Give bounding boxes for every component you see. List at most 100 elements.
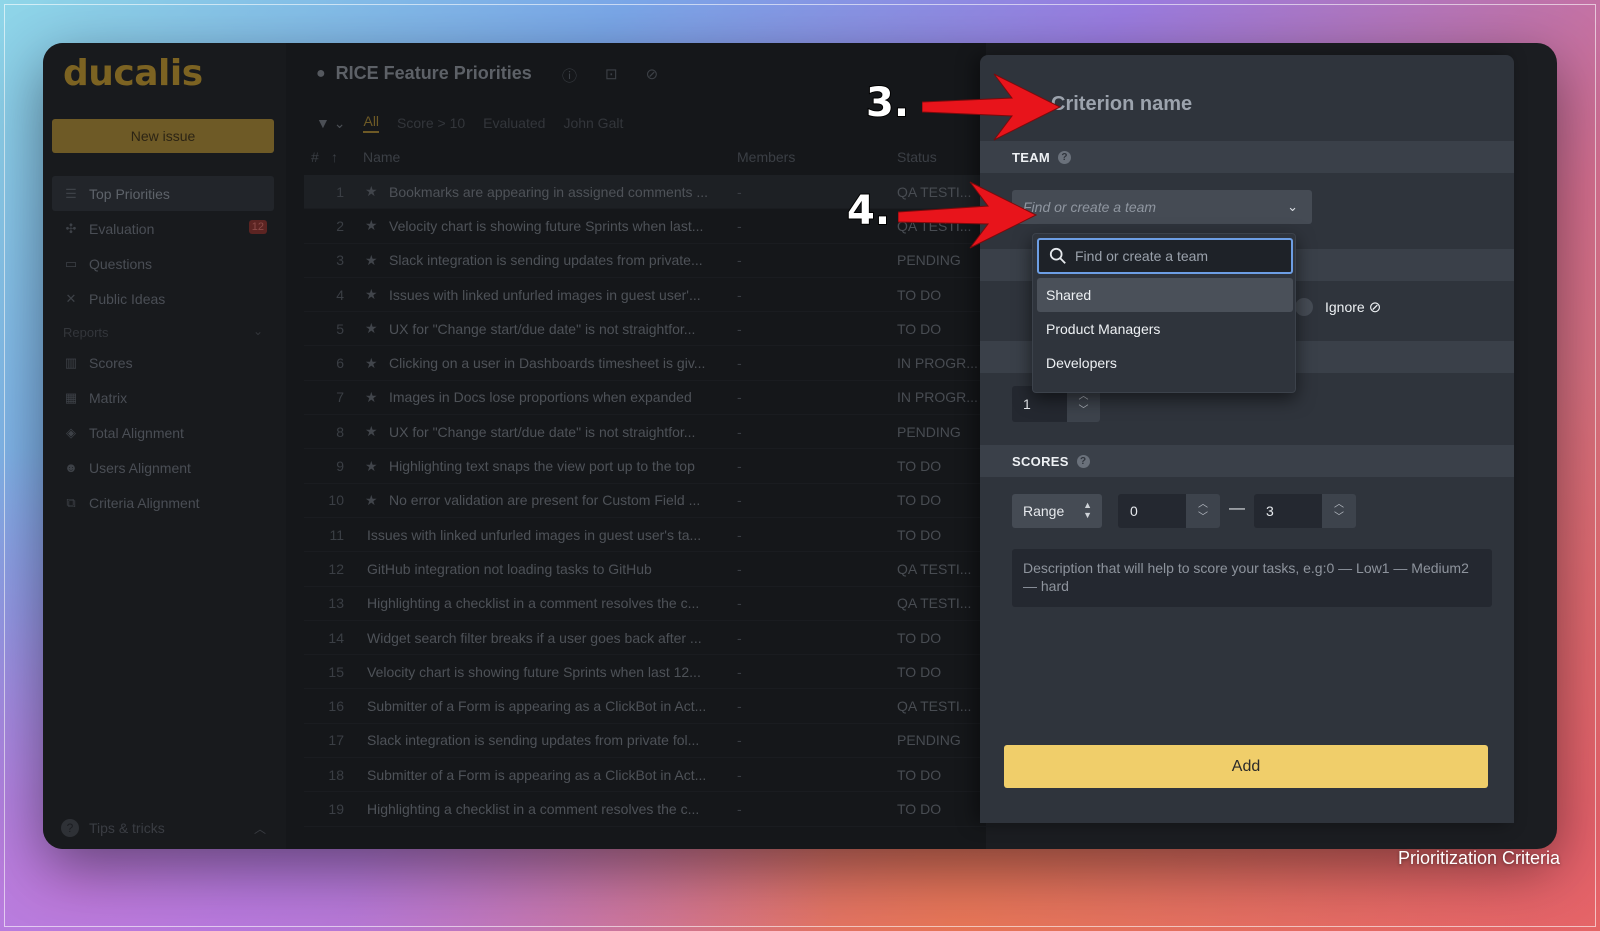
- table-row[interactable]: 17 Slack integration is sending updates f…: [304, 724, 994, 759]
- sidebar-item-questions[interactable]: ▭ Questions: [52, 246, 274, 281]
- table-row[interactable]: 10 ★ No error validation are present for C…: [304, 484, 994, 518]
- star-icon[interactable]: ★: [365, 389, 378, 406]
- table-row[interactable]: 2 ★ Velocity chart is showing future Sprin…: [304, 209, 994, 244]
- sort-icon[interactable]: ↑: [331, 149, 338, 165]
- range-min-value[interactable]: 0: [1118, 494, 1186, 528]
- table-row[interactable]: 13 Highlighting a checklist in a comment …: [304, 587, 994, 621]
- row-name[interactable]: Highlighting a checklist in a comment re…: [367, 801, 699, 817]
- table-row[interactable]: 8 ★ UX for "Change start/due date" is not …: [304, 415, 994, 450]
- col-members[interactable]: Members: [737, 149, 795, 165]
- table-row[interactable]: 14 Widget search filter breaks if a user …: [304, 621, 994, 656]
- add-button[interactable]: Add: [1004, 745, 1488, 788]
- range-max-value[interactable]: 3: [1254, 494, 1322, 528]
- team-option-developers[interactable]: Developers: [1037, 346, 1293, 380]
- table-row[interactable]: 3 ★ Slack integration is sending updates f…: [304, 244, 994, 278]
- row-name[interactable]: Highlighting text snaps the view port up…: [389, 458, 695, 474]
- table-row[interactable]: 12 GitHub integration not loading tasks t…: [304, 552, 994, 587]
- star-icon[interactable]: ★: [365, 458, 378, 475]
- filter-tab-user[interactable]: John Galt: [563, 115, 623, 131]
- row-name[interactable]: Submitter of a Form is appearing as a Cl…: [367, 698, 706, 714]
- star-icon[interactable]: ★: [365, 252, 378, 269]
- table-row[interactable]: 19 Highlighting a checklist in a comment …: [304, 792, 994, 827]
- row-members: -: [737, 492, 742, 509]
- chevron-down-icon[interactable]: ⌄: [253, 324, 263, 338]
- row-name[interactable]: Highlighting a checklist in a comment re…: [367, 595, 699, 611]
- row-name[interactable]: Clicking on a user in Dashboards timeshe…: [389, 355, 705, 371]
- sidebar-item-matrix[interactable]: ▦ Matrix: [52, 380, 274, 415]
- row-name[interactable]: Submitter of a Form is appearing as a Cl…: [367, 767, 706, 783]
- row-name[interactable]: Slack integration is sending updates fro…: [389, 252, 703, 268]
- row-members: -: [737, 320, 742, 337]
- range-type-select[interactable]: Range ▲ ▼: [1012, 494, 1102, 528]
- sidebar-item-users-alignment[interactable]: ☻ Users Alignment: [52, 450, 274, 485]
- table-row[interactable]: 15 Velocity chart is showing future Sprin…: [304, 655, 994, 690]
- sidebar-item-public-ideas[interactable]: ✕ Public Ideas: [52, 281, 274, 316]
- chevron-up-icon[interactable]: ︿: [1334, 498, 1344, 511]
- sidebar-item-evaluation[interactable]: ✣ Evaluation 12: [52, 211, 274, 246]
- row-name[interactable]: UX for "Change start/due date" is not st…: [389, 321, 695, 337]
- table-row[interactable]: 4 ★ Issues with linked unfurled images in …: [304, 278, 994, 313]
- row-name[interactable]: Velocity chart is showing future Sprints…: [389, 218, 703, 234]
- table-row[interactable]: 1 ★ Bookmarks are appearing in assigned co…: [304, 175, 994, 210]
- row-name[interactable]: No error validation are present for Cust…: [389, 492, 700, 508]
- row-name[interactable]: Images in Docs lose proportions when exp…: [389, 389, 692, 405]
- filter-icon[interactable]: ▼ ⌄: [316, 115, 345, 132]
- description-textarea[interactable]: Description that will help to score your…: [1012, 549, 1492, 607]
- criterion-name-input[interactable]: Criterion name: [1051, 93, 1192, 116]
- table-row[interactable]: 18 Submitter of a Form is appearing as a …: [304, 758, 994, 793]
- ban-icon: ⊘: [1368, 299, 1382, 316]
- star-icon[interactable]: ★: [365, 286, 378, 303]
- ignore-option[interactable]: Ignore ⊘: [1295, 298, 1381, 316]
- range-min-stepper[interactable]: 0 ︿ ﹀: [1118, 494, 1220, 528]
- chevron-down-icon[interactable]: ﹀: [1334, 511, 1344, 524]
- row-name[interactable]: Slack integration is sending updates fro…: [367, 732, 699, 748]
- sidebar-item-total-alignment[interactable]: ◈ Total Alignment: [52, 415, 274, 450]
- table-row[interactable]: 5 ★ UX for "Change start/due date" is not …: [304, 312, 994, 347]
- lock-icon[interactable]: ⊡: [605, 65, 618, 86]
- sidebar-item-criteria-alignment[interactable]: ⧉ Criteria Alignment: [52, 485, 274, 520]
- tips-and-tricks[interactable]: ? Tips & tricks ︿: [61, 819, 266, 837]
- table-row[interactable]: 11 Issues with linked unfurled images in …: [304, 518, 994, 553]
- filter-tab-evaluated[interactable]: Evaluated: [483, 115, 545, 131]
- row-name[interactable]: Velocity chart is showing future Sprints…: [367, 664, 701, 680]
- help-icon[interactable]: ?: [1058, 150, 1072, 164]
- stepper-arrows[interactable]: ︿ ﹀: [1186, 494, 1220, 528]
- star-icon[interactable]: ★: [365, 183, 378, 200]
- sidebar-item-scores[interactable]: ▥ Scores: [52, 345, 274, 380]
- star-icon[interactable]: ★: [365, 320, 378, 337]
- star-icon[interactable]: ★: [365, 423, 378, 440]
- filter-tab-score[interactable]: Score > 10: [397, 115, 465, 131]
- filter-tab-all[interactable]: All: [363, 113, 380, 133]
- range-max-stepper[interactable]: 3 ︿ ﹀: [1254, 494, 1356, 528]
- sidebar-item-top-priorities[interactable]: ☰ Top Priorities: [52, 176, 274, 211]
- team-search-input[interactable]: Find or create a team: [1037, 238, 1293, 274]
- table-row[interactable]: 7 ★ Images in Docs lose proportions when e…: [304, 381, 994, 416]
- chevron-up-icon[interactable]: ︿: [1198, 498, 1208, 511]
- star-icon[interactable]: ★: [365, 217, 378, 234]
- row-name[interactable]: Widget search filter breaks if a user go…: [367, 630, 702, 646]
- star-icon[interactable]: ★: [365, 355, 378, 372]
- star-icon[interactable]: ★: [365, 492, 378, 509]
- stepper-arrows[interactable]: ︿ ﹀: [1322, 494, 1356, 528]
- team-option-product-managers[interactable]: Product Managers: [1037, 312, 1293, 346]
- info-icon[interactable]: ⓘ: [562, 65, 577, 86]
- row-name[interactable]: Issues with linked unfurled images in gu…: [389, 287, 701, 303]
- chevron-down-icon[interactable]: ﹀: [1198, 511, 1208, 524]
- team-option-shared[interactable]: Shared: [1037, 278, 1293, 312]
- ignore-radio[interactable]: [1295, 298, 1313, 316]
- row-name[interactable]: Issues with linked unfurled images in gu…: [367, 527, 701, 543]
- chevron-down-icon[interactable]: ﹀: [1079, 404, 1089, 418]
- row-name[interactable]: Bookmarks are appearing in assigned comm…: [389, 184, 708, 200]
- new-issue-button[interactable]: New issue: [52, 119, 274, 153]
- row-name[interactable]: UX for "Change start/due date" is not st…: [389, 424, 695, 440]
- table-row[interactable]: 16 Submitter of a Form is appearing as a …: [304, 689, 994, 724]
- table-row[interactable]: 9 ★ Highlighting text snaps the view port …: [304, 449, 994, 484]
- help-icon[interactable]: ?: [1076, 454, 1090, 468]
- notifications-off-icon[interactable]: ⊘: [646, 65, 659, 86]
- team-select[interactable]: Find or create a team ⌄: [1012, 190, 1312, 224]
- table-row[interactable]: 6 ★ Clicking on a user in Dashboards times…: [304, 346, 994, 381]
- col-status[interactable]: Status: [897, 149, 937, 165]
- row-name[interactable]: GitHub integration not loading tasks to …: [367, 561, 652, 577]
- col-name[interactable]: Name: [363, 149, 400, 165]
- row-number: 7: [336, 389, 344, 406]
